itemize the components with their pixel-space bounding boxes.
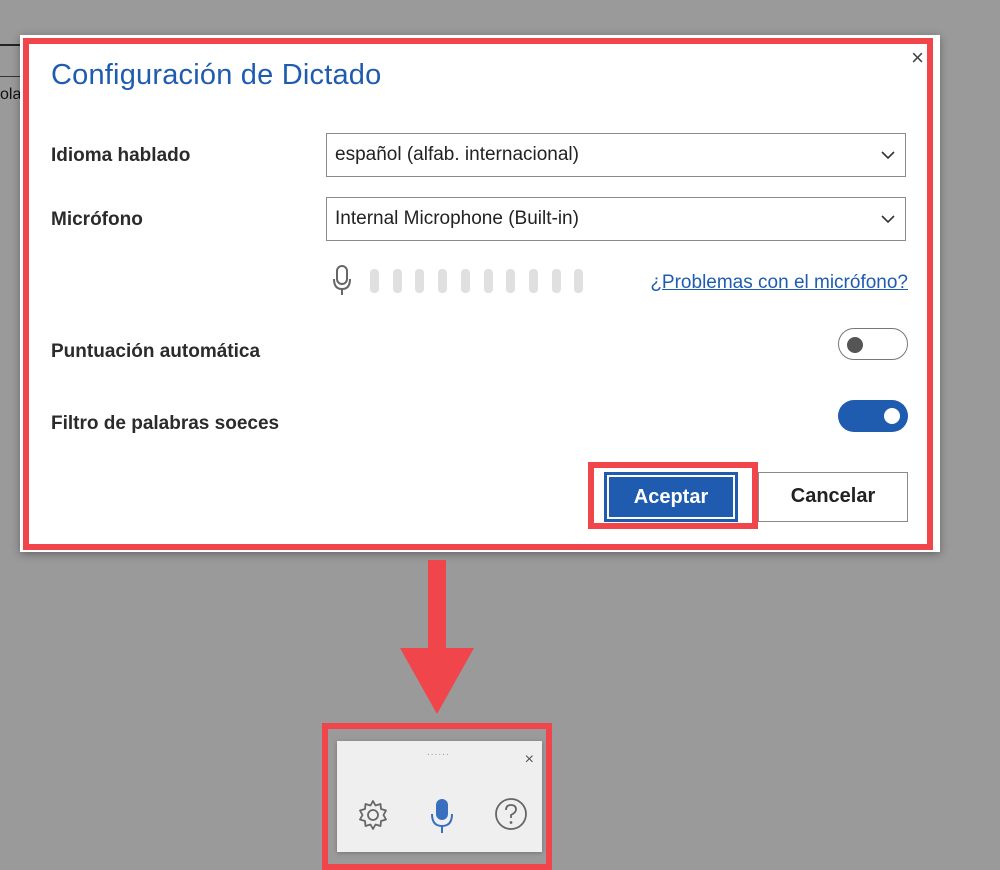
background-doc-text: ola [0,86,22,103]
microphone-select[interactable]: Internal Microphone (Built-in) [326,197,906,241]
level-bar [506,269,516,293]
level-bar [370,269,379,293]
microphone-icon [333,265,351,295]
profanity-filter-toggle[interactable] [838,400,908,432]
close-icon[interactable]: × [525,751,534,769]
toggle-knob [884,408,900,424]
cancel-button[interactable]: Cancelar [758,472,908,522]
dictation-settings-dialog: × Configuración de Dictado Idioma hablad… [20,35,940,552]
level-bar [483,269,493,293]
accept-button[interactable]: Aceptar [604,472,738,522]
microphone-level-meter [332,264,592,298]
profanity-filter-label: Filtro de palabras soeces [51,413,280,434]
level-bar [551,269,561,293]
chevron-down-icon [881,215,895,224]
dialog-title: Configuración de Dictado [51,59,382,91]
level-bar [460,269,470,293]
auto-punctuation-label: Puntuación automática [51,341,261,362]
auto-punctuation-toggle[interactable] [838,328,908,360]
language-label: Idioma hablado [51,145,191,166]
level-bar [528,269,538,293]
close-icon[interactable]: × [911,47,924,69]
level-bar [574,269,584,293]
drag-handle[interactable]: ...... [427,747,450,758]
dictation-toolbar: ...... × [337,741,542,852]
level-bar [415,269,425,293]
chevron-down-icon [881,151,895,160]
toggle-knob [847,337,863,353]
level-bar [392,269,402,293]
annotation-arrow-shaft [428,560,446,652]
language-select[interactable]: español (alfab. internacional) [326,133,906,177]
annotation-arrow-head [400,648,474,714]
microphone-label: Micrófono [51,209,143,230]
level-bar [438,269,448,293]
microphone-help-link[interactable]: ¿Problemas con el micrófono? [650,272,908,294]
gear-icon[interactable] [355,797,391,833]
help-icon[interactable] [494,797,528,831]
language-select-value: español (alfab. internacional) [335,144,579,165]
microphone-select-value: Internal Microphone (Built-in) [335,208,579,229]
microphone-icon[interactable] [427,797,457,835]
